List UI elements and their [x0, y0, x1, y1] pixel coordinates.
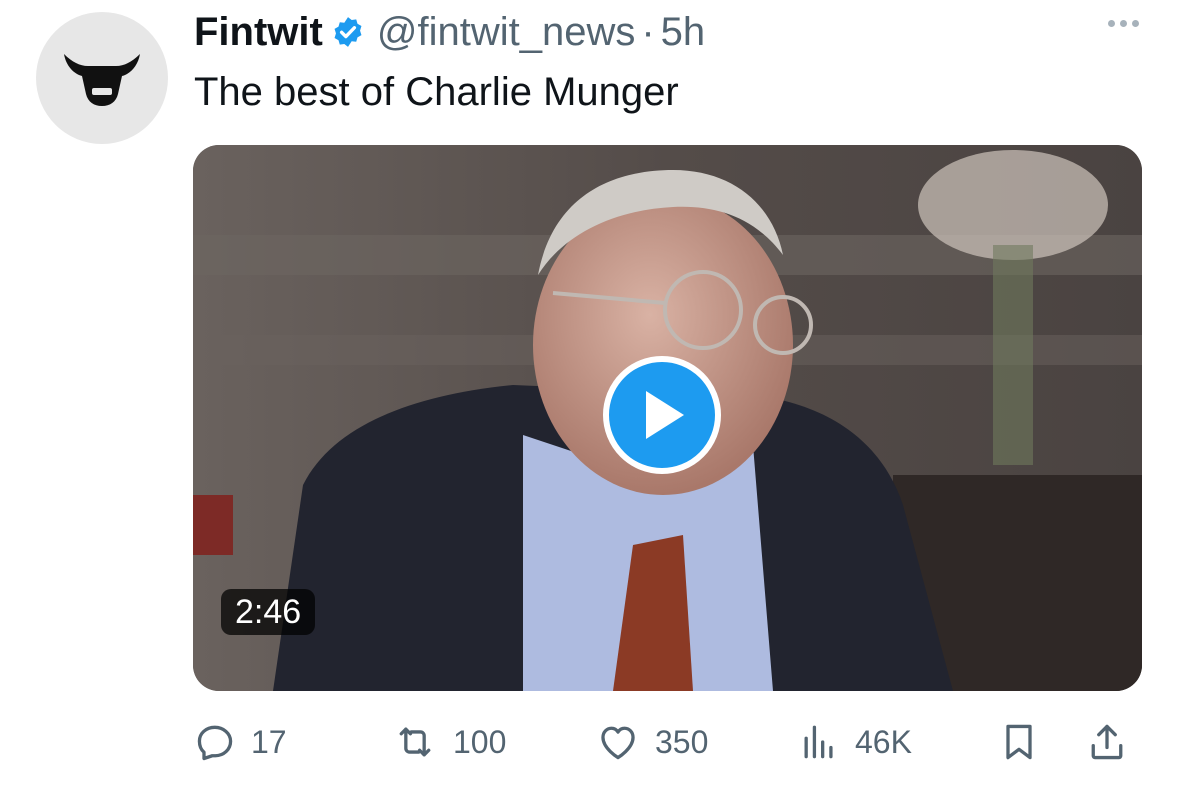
- verified-badge-icon: [331, 15, 365, 49]
- repost-button[interactable]: 100: [391, 714, 506, 770]
- heart-icon: [595, 720, 641, 764]
- video-duration-badge: 2:46: [221, 589, 316, 635]
- author-handle[interactable]: @fintwit_news: [377, 8, 635, 56]
- share-icon: [1085, 718, 1129, 766]
- bookmark-icon: [997, 718, 1041, 766]
- repost-count: 100: [453, 723, 507, 760]
- tweet-text: The best of Charlie Munger: [194, 70, 679, 114]
- play-button[interactable]: [603, 356, 721, 474]
- like-button[interactable]: 350: [595, 714, 708, 770]
- more-options-icon[interactable]: [1108, 20, 1139, 27]
- tweet-actions-bar: 17 100 350 46K: [193, 714, 1142, 770]
- repost-icon: [391, 720, 439, 764]
- author-name[interactable]: Fintwit: [194, 8, 323, 56]
- tweet-timestamp[interactable]: 5h: [661, 8, 706, 56]
- analytics-icon: [797, 720, 841, 764]
- avatar[interactable]: [36, 12, 168, 144]
- play-icon: [646, 391, 684, 439]
- header-separator: ·: [641, 10, 655, 54]
- bull-logo-icon: [64, 54, 140, 106]
- video-player[interactable]: 2:46: [193, 145, 1142, 691]
- reply-icon: [193, 720, 237, 764]
- reply-button[interactable]: 17: [193, 714, 287, 770]
- tweet-header: Fintwit @fintwit_news · 5h: [194, 8, 705, 56]
- view-count: 46K: [855, 723, 912, 760]
- bookmark-button[interactable]: [997, 714, 1041, 770]
- share-button[interactable]: [1085, 714, 1129, 770]
- reply-count: 17: [251, 723, 287, 760]
- views-button[interactable]: 46K: [797, 714, 912, 770]
- like-count: 350: [655, 723, 709, 760]
